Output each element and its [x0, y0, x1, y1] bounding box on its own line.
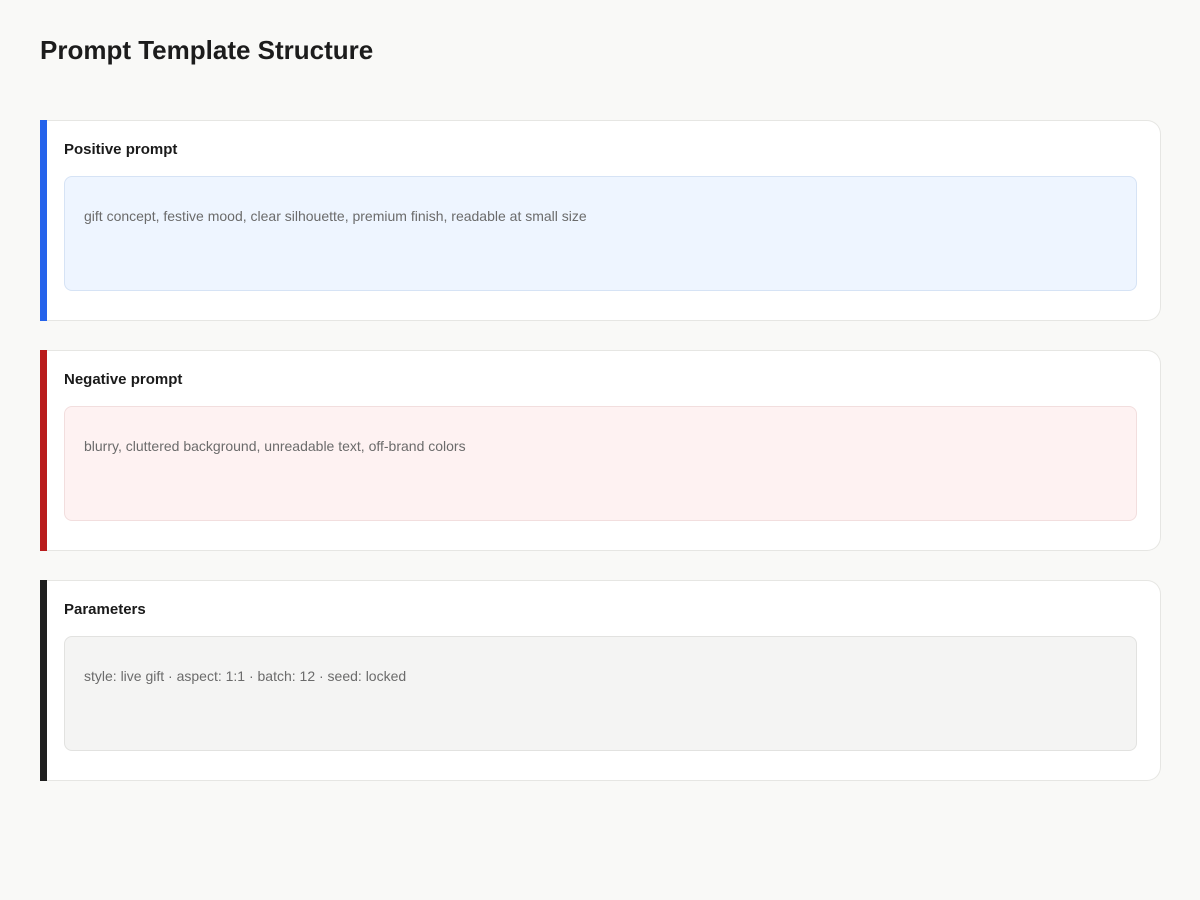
negative-prompt-title: Negative prompt	[64, 371, 183, 388]
positive-prompt-card: Positive prompt gift concept, festive mo…	[40, 120, 1161, 321]
parameters-accent-bar	[40, 580, 47, 781]
negative-prompt-field[interactable]: blurry, cluttered background, unreadable…	[64, 406, 1137, 521]
negative-accent-bar	[40, 350, 47, 551]
positive-prompt-field[interactable]: gift concept, festive mood, clear silhou…	[64, 176, 1137, 291]
parameters-card: Parameters style: live gift · aspect: 1:…	[40, 580, 1161, 781]
parameters-field[interactable]: style: live gift · aspect: 1:1 · batch: …	[64, 636, 1137, 751]
page-title: Prompt Template Structure	[40, 35, 374, 65]
positive-prompt-title: Positive prompt	[64, 141, 178, 158]
parameters-title: Parameters	[64, 601, 146, 618]
positive-accent-bar	[40, 120, 47, 321]
negative-prompt-card: Negative prompt blurry, cluttered backgr…	[40, 350, 1161, 551]
